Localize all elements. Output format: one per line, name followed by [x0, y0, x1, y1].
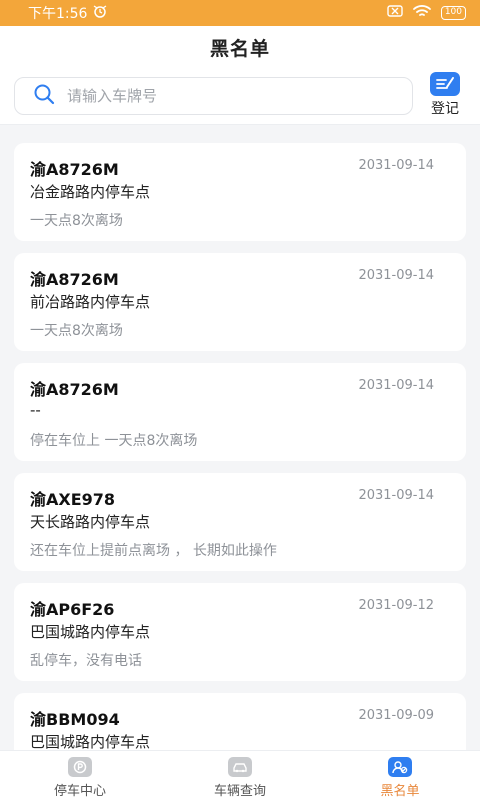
- record-note: 乱停车，没有电话: [30, 653, 142, 669]
- status-bar: 下午1:56 100: [0, 0, 480, 26]
- record-date: 2031-09-14: [358, 488, 434, 503]
- list-item[interactable]: 渝A8726M 2031-09-14 -- 停在车位上 一天点8次离场: [14, 363, 466, 461]
- plate-number: 渝BBM094: [30, 710, 120, 729]
- list-item[interactable]: 渝AP6F26 2031-09-12 巴国城路内停车点 乱停车，没有电话: [14, 583, 466, 681]
- edit-icon: [430, 72, 460, 96]
- record-date: 2031-09-14: [358, 158, 434, 173]
- register-button[interactable]: 登记: [424, 72, 466, 118]
- tab-label: 停车中心: [53, 784, 106, 799]
- plate-number: 渝AXE978: [30, 490, 116, 509]
- blacklist-icon: [388, 757, 412, 777]
- alarm-icon: [93, 4, 107, 22]
- record-location: 天长路路内停车点: [30, 513, 151, 531]
- tab-parking-center[interactable]: 停车中心: [0, 751, 160, 800]
- list-item[interactable]: 渝A8726M 2031-09-14 冶金路路内停车点 一天点8次离场: [14, 143, 466, 241]
- record-note: 一天点8次离场: [30, 213, 123, 229]
- blacklist-list[interactable]: 渝A8726M 2031-09-14 冶金路路内停车点 一天点8次离场 渝A87…: [0, 125, 480, 750]
- record-date: 2031-09-14: [358, 378, 434, 393]
- record-location: 巴国城路内停车点: [30, 623, 151, 641]
- search-icon: [33, 83, 55, 109]
- plate-number: 渝A8726M: [30, 270, 119, 289]
- record-location: 巴国城路内停车点: [30, 733, 151, 750]
- tab-label: 车辆查询: [213, 784, 266, 799]
- record-date: 2031-09-09: [358, 708, 434, 723]
- tab-label: 黑名单: [380, 784, 420, 799]
- page-header: 黑名单 登记: [0, 26, 480, 124]
- list-item[interactable]: 渝AXE978 2031-09-14 天长路路内停车点 还在车位上提前点离场 ，…: [14, 473, 466, 571]
- tab-blacklist[interactable]: 黑名单: [320, 751, 480, 800]
- bottom-tab-bar: 停车中心 车辆查询 黑名单: [0, 750, 480, 800]
- sim-off-icon: [387, 5, 403, 21]
- page-title: 黑名单: [209, 38, 270, 60]
- record-location: 冶金路路内停车点: [30, 183, 151, 201]
- status-time: 下午1:56: [28, 6, 88, 22]
- record-date: 2031-09-12: [358, 598, 434, 613]
- list-item[interactable]: 渝A8726M 2031-09-14 前冶路路内停车点 一天点8次离场: [14, 253, 466, 351]
- list-item[interactable]: 渝BBM094 2031-09-09 巴国城路内停车点: [14, 693, 466, 750]
- record-note: 停在车位上 一天点8次离场: [30, 433, 198, 449]
- car-icon: [228, 757, 252, 777]
- plate-number: 渝A8726M: [30, 160, 119, 179]
- plate-number: 渝A8726M: [30, 380, 119, 399]
- register-label: 登记: [431, 101, 459, 117]
- record-note: 一天点8次离场: [30, 323, 123, 339]
- record-location: --: [30, 401, 41, 419]
- search-box[interactable]: [14, 77, 413, 115]
- search-input[interactable]: [67, 87, 387, 105]
- parking-icon: [68, 757, 92, 777]
- plate-number: 渝AP6F26: [30, 600, 115, 619]
- tab-vehicle-query[interactable]: 车辆查询: [160, 751, 320, 800]
- wifi-icon: [412, 4, 431, 22]
- record-location: 前冶路路内停车点: [30, 293, 151, 311]
- battery-icon: 100: [440, 6, 466, 20]
- record-date: 2031-09-14: [358, 268, 434, 283]
- record-note: 还在车位上提前点离场 ， 长期如此操作: [30, 543, 277, 559]
